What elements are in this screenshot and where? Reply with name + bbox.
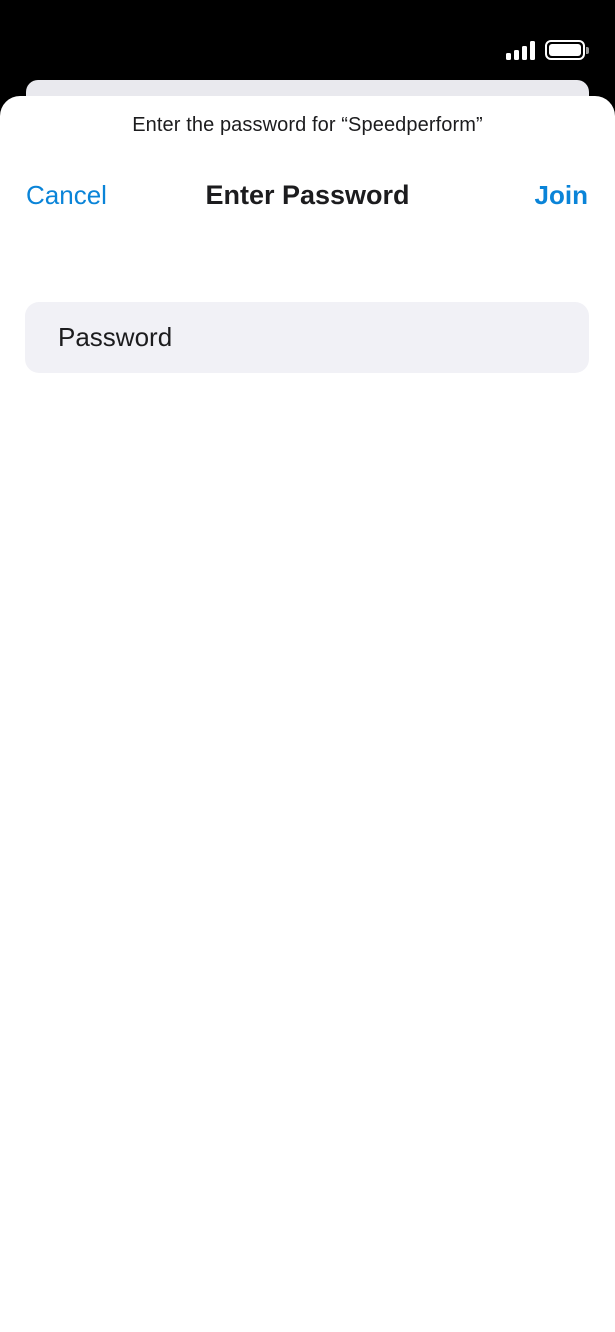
battery-level (549, 44, 581, 56)
phone-screen: Enter the password for “Speedperform” Ca… (0, 0, 615, 1332)
password-sheet: Enter the password for “Speedperform” Ca… (0, 96, 615, 1332)
camera-notch (165, 0, 450, 62)
status-icons (506, 38, 589, 60)
password-field[interactable] (25, 302, 589, 373)
password-prompt: Enter the password for “Speedperform” (132, 114, 483, 136)
cancel-button[interactable]: Cancel (26, 180, 107, 211)
navigation-bar: Cancel Enter Password Join (0, 180, 615, 220)
password-field-container (25, 302, 589, 373)
join-button[interactable]: Join (535, 180, 588, 211)
battery-cap (586, 47, 589, 54)
cellular-signal-icon (506, 40, 535, 60)
battery-icon (545, 40, 589, 60)
